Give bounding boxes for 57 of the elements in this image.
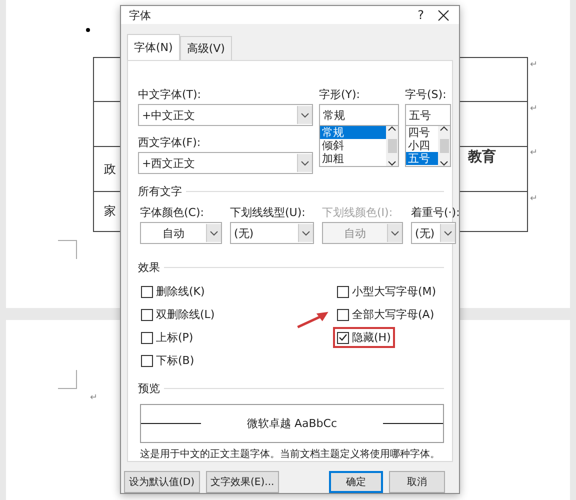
logo-text: 教育 bbox=[468, 148, 496, 166]
checkbox-option[interactable]: 下标(B) bbox=[137, 350, 198, 371]
paragraph-mark: ↵ bbox=[530, 148, 538, 158]
checkbox-label[interactable]: 删除线(K) bbox=[156, 284, 205, 299]
field-label: 西文字体(F): bbox=[138, 135, 202, 150]
paragraph-mark: ↵ bbox=[90, 393, 98, 403]
field-label: 下划线线型(U): bbox=[230, 205, 306, 220]
tab[interactable]: 字体(N) bbox=[127, 34, 180, 60]
list-item[interactable]: 四号 bbox=[406, 126, 438, 139]
dropdown-field[interactable]: +中文正文 bbox=[138, 104, 313, 126]
list-item[interactable]: 加粗 bbox=[320, 152, 386, 165]
dropdown-field[interactable]: (无) bbox=[230, 222, 314, 244]
list-box[interactable]: 四号 小四 五号 bbox=[405, 126, 451, 167]
dialog-button[interactable]: 取消 bbox=[389, 471, 446, 493]
checkbox-option[interactable]: 小型大写字母(M) bbox=[333, 281, 440, 302]
field-label: 下划线颜色(I): bbox=[322, 205, 394, 220]
window-title: 字体 bbox=[129, 8, 152, 22]
dialog-button[interactable]: 设为默认值(D) bbox=[124, 471, 200, 493]
preview-sample: 微软卓越 AaBbCc bbox=[246, 416, 338, 431]
checkbox-label[interactable]: 双删除线(L) bbox=[156, 307, 215, 322]
checkbox-label[interactable]: 上标(P) bbox=[156, 330, 194, 345]
field-label: 着重号(·): bbox=[411, 205, 456, 220]
checkbox-option[interactable]: 全部大写字母(A) bbox=[333, 304, 438, 325]
list-item[interactable]: 倾斜 bbox=[320, 139, 386, 152]
field-label: 字形(Y): bbox=[319, 87, 362, 102]
checkbox-label[interactable]: 小型大写字母(M) bbox=[352, 284, 436, 299]
field-label: 字体颜色(C): bbox=[140, 205, 205, 220]
dialog-button[interactable]: 文字效果(E)... bbox=[206, 471, 280, 493]
preview-note: 这是用于中文的正文主题字体。当前文档主题定义将使用哪种字体。 bbox=[140, 448, 441, 461]
dropdown-field[interactable]: 自动 bbox=[140, 222, 222, 244]
checkbox-option[interactable]: 上标(P) bbox=[137, 327, 198, 348]
list-item[interactable]: 五号 bbox=[406, 152, 438, 165]
list-item[interactable]: 常规 bbox=[320, 126, 386, 139]
checkbox-option[interactable]: 双删除线(L) bbox=[137, 304, 219, 325]
paragraph-mark: ↵ bbox=[530, 60, 538, 70]
list-box[interactable]: 常规 倾斜 加粗 bbox=[319, 126, 399, 167]
checkbox-label[interactable]: 全部大写字母(A) bbox=[352, 307, 434, 322]
checkbox-option[interactable]: 删除线(K) bbox=[137, 281, 209, 302]
help-button[interactable]: ? bbox=[418, 8, 424, 22]
input-field[interactable]: 常规 bbox=[319, 104, 399, 126]
checkbox-label[interactable]: 下标(B) bbox=[156, 353, 194, 368]
dialog-button[interactable]: 确定 bbox=[329, 471, 384, 493]
field-label: 中文字体(T): bbox=[138, 87, 202, 102]
list-item[interactable]: 小四 bbox=[406, 139, 438, 152]
checkbox-label[interactable]: 隐藏(H) bbox=[352, 330, 391, 345]
paragraph-mark: ↵ bbox=[530, 104, 538, 114]
table-cell: 政 bbox=[104, 160, 116, 178]
tab[interactable]: 高级(V) bbox=[180, 36, 232, 60]
field-label: 字号(S): bbox=[405, 87, 448, 102]
paragraph-mark: ↵ bbox=[530, 194, 538, 204]
table-cell: 家 bbox=[104, 203, 116, 220]
dropdown-field[interactable]: (无) bbox=[411, 222, 456, 244]
input-field[interactable]: 五号 bbox=[405, 104, 451, 126]
section-heading: 所有文字 bbox=[138, 184, 182, 199]
section-heading: 预览 bbox=[138, 381, 160, 396]
section-heading: 效果 bbox=[138, 260, 160, 275]
dropdown-field[interactable]: +西文正文 bbox=[138, 152, 313, 174]
